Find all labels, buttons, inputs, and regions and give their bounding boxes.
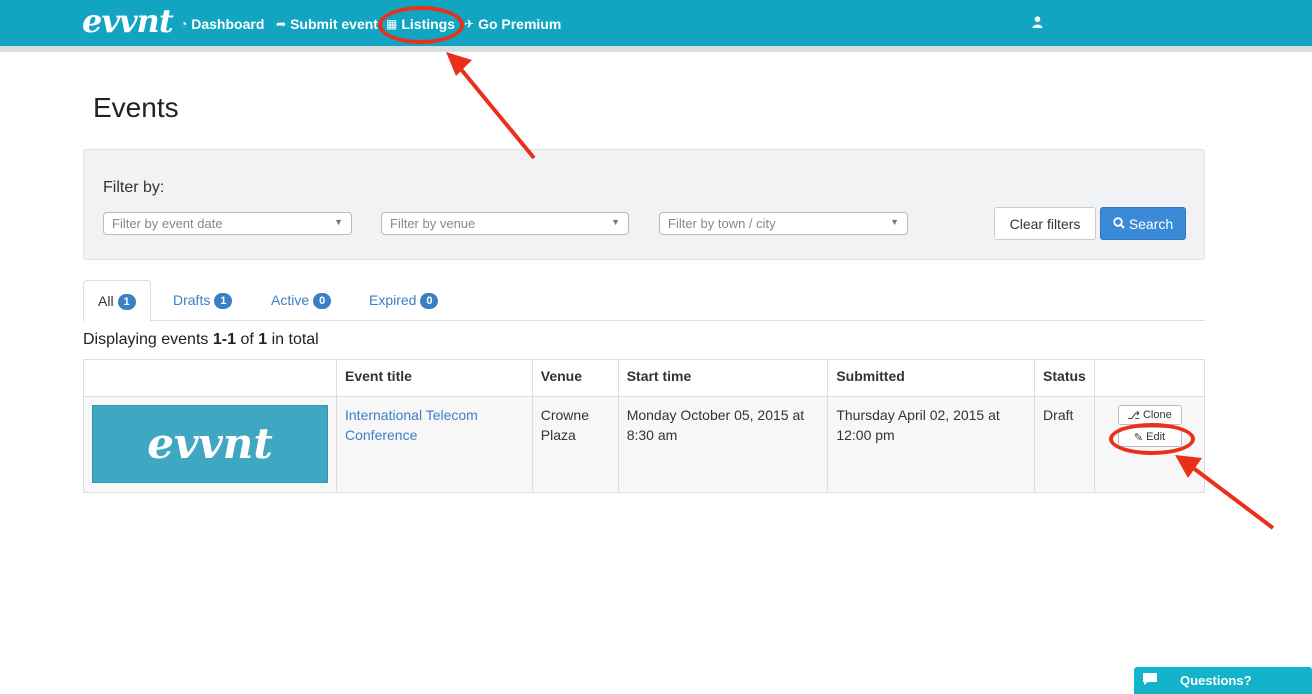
questions-widget[interactable]: Questions? — [1134, 667, 1312, 694]
chat-bubble-icon — [1134, 672, 1166, 690]
annotation-arrows — [446, 52, 1275, 530]
annotation-arrow-line-listings — [458, 66, 536, 160]
annotation-arrowhead-edit — [1175, 455, 1202, 478]
annotation-arrowhead-listings — [446, 52, 472, 76]
annotation-arrow-line-edit — [1190, 465, 1275, 530]
questions-label: Questions? — [1180, 673, 1252, 688]
